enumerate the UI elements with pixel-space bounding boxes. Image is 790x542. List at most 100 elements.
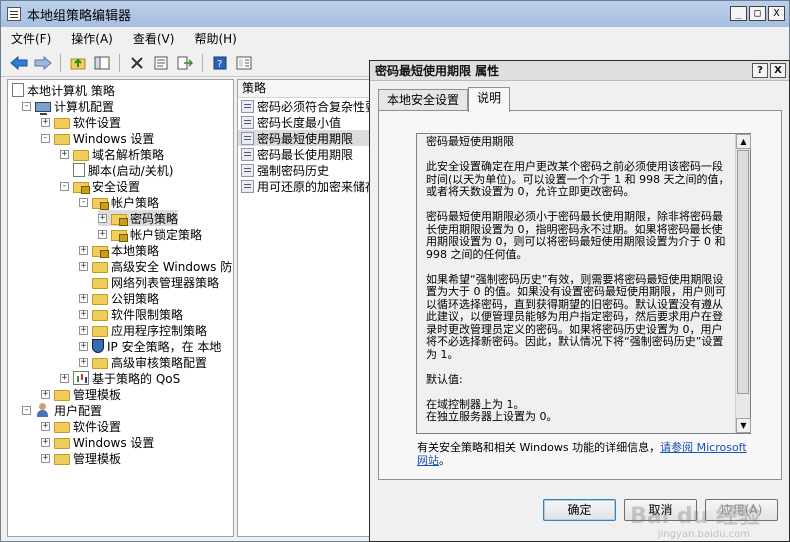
expand-plus-icon[interactable]: + xyxy=(79,325,88,335)
tree-item[interactable]: 本地计算机 策略 xyxy=(12,82,115,98)
explain-scrollbar[interactable]: ▲ ▼ xyxy=(735,134,751,433)
menu-help[interactable]: 帮助(H) xyxy=(194,30,236,47)
export-icon[interactable] xyxy=(175,53,195,73)
tree-item[interactable]: + 域名解析策略 xyxy=(60,146,164,162)
policy-list-item[interactable]: 密码最长使用期限 xyxy=(238,146,376,162)
expand-plus-icon[interactable]: + xyxy=(79,293,88,303)
gpedit-app-icon xyxy=(7,7,21,21)
console-tree[interactable]: 本地计算机 策略 - 计算机配置 + 软件设置 - Windows 设置 + 域名解析策略 脚本(… xyxy=(7,79,234,537)
policy-icon xyxy=(241,131,254,145)
tree-item[interactable]: - Windows 设置 xyxy=(41,130,154,146)
tree-item-label: 域名解析策略 xyxy=(92,147,165,162)
toolbar-separator xyxy=(119,53,120,72)
extended-view-icon[interactable] xyxy=(234,53,254,73)
list-column-header-policy[interactable]: 策略 xyxy=(238,80,376,98)
tree-item[interactable]: + 高级安全 Windows 防火 xyxy=(79,258,233,274)
tree-item[interactable]: + 帐户锁定策略 xyxy=(98,226,202,242)
folder-icon xyxy=(92,261,108,273)
tab-explain[interactable]: 说明 xyxy=(468,87,511,112)
tree-item[interactable]: + 软件限制策略 xyxy=(79,306,183,322)
tree-item[interactable]: + 软件设置 xyxy=(41,418,121,434)
expand-plus-icon[interactable]: + xyxy=(41,453,50,463)
dialog-titlebar[interactable]: 密码最短使用期限 属性 ? X xyxy=(370,61,789,81)
up-folder-icon[interactable] xyxy=(68,53,88,73)
tree-item[interactable]: - 安全设置 xyxy=(60,178,140,194)
expand-plus-icon[interactable]: + xyxy=(41,421,50,431)
expand-plus-icon[interactable]: + xyxy=(60,149,69,159)
explain-text: 密码最短使用期限 此安全设置确定在用户更改某个密码之前必须使用该密码一段时间(以… xyxy=(426,135,731,424)
scroll-thumb[interactable] xyxy=(737,150,749,394)
close-button[interactable]: X xyxy=(768,6,785,21)
folder-icon xyxy=(92,325,108,337)
expand-plus-icon[interactable]: + xyxy=(79,341,88,351)
tree-item[interactable]: + 密码策略 xyxy=(98,210,179,226)
policy-list[interactable]: 策略 密码必须符合复杂性要求 密码长度最小值 密码最短使用期限 密码最长使用期限 强制密… xyxy=(237,79,377,537)
tree-item[interactable]: + 本地策略 xyxy=(79,242,159,258)
tree-item[interactable]: - 用户配置 xyxy=(22,402,102,418)
tree-item[interactable]: + 软件设置 xyxy=(41,114,121,130)
collapse-minus-icon[interactable]: - xyxy=(22,101,31,111)
folder-icon xyxy=(92,293,108,305)
policy-list-item[interactable]: 密码必须符合复杂性要求 xyxy=(238,98,376,114)
menu-file[interactable]: 文件(F) xyxy=(11,30,51,47)
policy-list-item[interactable]: 强制密码历史 xyxy=(238,162,376,178)
properties-icon[interactable] xyxy=(151,53,171,73)
help-icon[interactable]: ? xyxy=(210,53,230,73)
dialog-help-button[interactable]: ? xyxy=(752,63,768,78)
document-icon xyxy=(12,83,24,97)
expand-plus-icon[interactable]: + xyxy=(60,373,69,383)
forward-arrow-icon[interactable] xyxy=(33,53,53,73)
delete-icon[interactable] xyxy=(127,53,147,73)
tree-item-label: 计算机配置 xyxy=(54,99,115,114)
explain-paragraph-1: 此安全设置确定在用户更改某个密码之前必须使用该密码一段时间(以天为单位)。可以设… xyxy=(426,160,730,198)
policy-list-item[interactable]: 密码最短使用期限 xyxy=(238,130,376,146)
tree-item[interactable]: - 帐户策略 xyxy=(79,194,159,210)
menu-view[interactable]: 查看(V) xyxy=(133,30,175,47)
tree-item[interactable]: - 计算机配置 xyxy=(22,98,115,115)
tree-item[interactable]: + 基于策略的 QoS xyxy=(60,370,180,386)
minimize-button[interactable]: _ xyxy=(730,6,747,21)
tree-item[interactable]: + Windows 设置 xyxy=(41,434,154,450)
more-info-prefix: 有关安全策略和相关 Windows 功能的详细信息， xyxy=(417,441,661,454)
back-arrow-icon[interactable] xyxy=(9,53,29,73)
explain-textbox[interactable]: 密码最短使用期限 此安全设置确定在用户更改某个密码之前必须使用该密码一段时间(以… xyxy=(416,133,751,434)
scroll-down-arrow-icon[interactable]: ▼ xyxy=(736,418,751,433)
expand-plus-icon[interactable]: + xyxy=(41,437,50,447)
tab-local-security-setting[interactable]: 本地安全设置 xyxy=(378,89,469,111)
tree-item[interactable]: + 管理模板 xyxy=(41,450,121,466)
expand-plus-icon[interactable]: + xyxy=(41,389,50,399)
tree-item[interactable]: + 公钥策略 xyxy=(79,290,159,306)
menu-action[interactable]: 操作(A) xyxy=(71,30,113,47)
tree-item-label: 软件设置 xyxy=(73,419,122,434)
tree-item-label: 密码策略 xyxy=(130,211,179,226)
policy-list-item-label: 密码必须符合复杂性要求 xyxy=(257,99,377,114)
expand-plus-icon[interactable]: + xyxy=(98,213,107,223)
expand-plus-icon[interactable]: + xyxy=(41,117,50,127)
collapse-minus-icon[interactable]: - xyxy=(22,405,31,415)
collapse-minus-icon[interactable]: - xyxy=(60,181,69,191)
policy-list-item[interactable]: 密码长度最小值 xyxy=(238,114,376,130)
dialog-close-button[interactable]: X xyxy=(770,63,786,78)
window-titlebar[interactable]: 本地组策略编辑器 _ □ X xyxy=(1,1,789,27)
toolbar-separator xyxy=(60,53,61,72)
folder-icon xyxy=(92,309,108,321)
console-tree-icon[interactable] xyxy=(92,53,112,73)
expand-plus-icon[interactable]: + xyxy=(79,357,88,367)
expand-plus-icon[interactable]: + xyxy=(79,309,88,319)
scroll-up-arrow-icon[interactable]: ▲ xyxy=(736,134,751,149)
collapse-minus-icon[interactable]: - xyxy=(79,197,88,207)
tree-item[interactable]: + IP 安全策略，在 本地 xyxy=(79,338,221,354)
expand-plus-icon[interactable]: + xyxy=(79,245,88,255)
maximize-button[interactable]: □ xyxy=(749,6,766,21)
policy-list-item[interactable]: 用可还原的加密来储存密码 xyxy=(238,178,376,194)
tree-item[interactable]: + 应用程序控制策略 xyxy=(79,322,207,338)
expand-plus-icon[interactable]: + xyxy=(98,229,107,239)
collapse-minus-icon[interactable]: - xyxy=(41,133,50,143)
tree-item[interactable]: + 管理模板 xyxy=(41,386,121,402)
ok-button[interactable]: 确定 xyxy=(543,499,616,521)
tree-item[interactable]: 网络列表管理器策略 xyxy=(79,274,219,290)
expand-plus-icon[interactable]: + xyxy=(79,261,88,271)
tree-item[interactable]: + 高级审核策略配置 xyxy=(79,354,207,370)
tree-item[interactable]: 脚本(启动/关机) xyxy=(60,162,173,178)
properties-dialog: 密码最短使用期限 属性 ? X 本地安全设置 说明 密码最短使用期限 此安全设置… xyxy=(369,60,790,542)
